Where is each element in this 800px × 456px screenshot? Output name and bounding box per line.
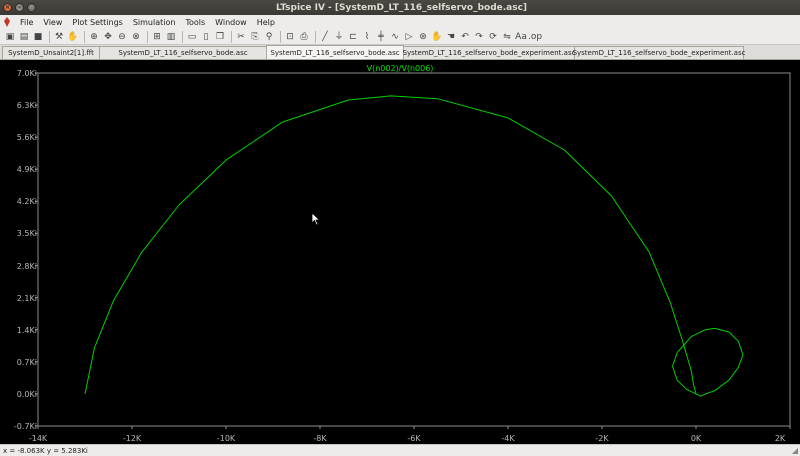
menu-window[interactable]: Window [210,18,252,27]
y-tick-label: 2.8Ki [16,261,37,271]
toolbar-separator [231,30,232,43]
capacitor-icon[interactable]: ╪ [375,31,387,43]
y-tick-label: 6.3Ki [16,101,37,111]
x-tick-label: -12K [122,434,142,443]
control-panel-icon[interactable]: ⚒ [53,31,65,43]
menu-help[interactable]: Help [252,18,280,27]
y-tick-label: 0.7Ki [16,357,37,367]
tab-3[interactable]: SystemD_LT_116_selfservo_bode.asc [266,45,404,59]
y-tick-label: 5.6Ki [16,133,37,143]
mouse-pointer-icon [311,212,321,226]
print-icon[interactable]: ⎙ [298,31,310,43]
tab-4[interactable]: SystemD_LT_116_selfservo_bode_experiment… [403,46,575,59]
nyquist-plot[interactable] [0,60,800,444]
diode-icon[interactable]: ▷ [403,31,415,43]
tab-1[interactable]: SystemD_Unsaint2[1].fft [2,46,100,59]
component-icon[interactable]: ⊛ [417,31,429,43]
menu-file[interactable]: File [15,18,38,27]
x-tick-label: -4K [501,434,515,443]
x-tick-label: -14K [28,434,48,443]
inductor-icon[interactable]: ∿ [389,31,401,43]
y-tick-label: 1.4Ki [16,325,37,335]
zoom-out-icon[interactable]: ⊖ [116,31,128,43]
menu-tools[interactable]: Tools [180,18,210,27]
y-tick-label: 4.9Ki [16,165,37,175]
x-tick-label: -10K [216,434,236,443]
x-tick-label: 0K [690,434,702,443]
cursor-coordinates: x = -8.063K y = 5.283Ki [3,446,88,455]
toolbar-separator [147,30,148,43]
menu-view[interactable]: View [38,18,67,27]
autorange-icon[interactable]: ⊞ [151,31,163,43]
maximize-window-button[interactable]: □ [27,3,36,12]
x-tick-label: -2K [595,434,609,443]
tile-horizontal-icon[interactable]: ▭ [186,31,198,43]
fft-icon[interactable]: ▥ [165,31,177,43]
spice-directive-icon[interactable]: .op [528,31,542,43]
drag-icon[interactable]: ☚ [445,31,457,43]
window-controls: × – □ [3,3,63,12]
label-net-icon[interactable]: ⊏ [347,31,359,43]
ltspice-app-icon [4,17,10,27]
minimize-window-button[interactable]: – [15,3,24,12]
waveform-plot-pane[interactable]: V(n002)/V(n006) 7.0Ki 6.3Ki 5.6Ki 4.9Ki 4.2K… [0,60,800,444]
toolbar-separator [182,30,183,43]
undo-icon[interactable]: ↶ [459,31,471,43]
trace-segment-2[interactable] [672,327,744,397]
toolbar: ▣ ▤ ■ ⚒ ✋ ⊕ ✥ ⊖ ⊗ ⊞ ▥ ▭ ▯ ❐ ✂ ⎘ ⚲ ⊡ ⎙ ╱ ⏚ ⊏ ⌇ ╪ ∿ ▷ ⊛ ✋ ☚ ↶ ↷ ⟳ ⇋ Aa .op [0,29,800,45]
y-tick-label: 7.0Ki [16,69,37,78]
cascade-icon[interactable]: ❐ [214,31,226,43]
title-bar: × – □ LTspice IV - [SystemD_LT_116_selfs… [0,0,800,15]
status-bar: x = -8.063K y = 5.283Ki ◢ [0,444,800,456]
toolbar-separator [49,30,50,43]
save-icon[interactable]: ■ [32,31,44,43]
y-tick-label: 2.1Ki [16,293,37,303]
toolbar-separator [315,30,316,43]
resize-grip-icon[interactable]: ◢ [792,446,798,455]
zoom-in-icon[interactable]: ⊕ [88,31,100,43]
print-preview-icon[interactable]: ⊡ [284,31,296,43]
x-tick-label: -6K [407,434,421,443]
y-tick-label: -0.7Ki [13,422,37,431]
new-schematic-icon[interactable]: ▣ [4,31,16,43]
x-tick-label: -8K [313,434,327,443]
cut-icon[interactable]: ✂ [235,31,247,43]
draw-wire-icon[interactable]: ╱ [319,31,331,43]
x-tick-label: 2K [774,434,786,443]
run-icon[interactable]: ✋ [67,31,79,43]
y-tick-label: 4.2Ki [16,197,37,207]
close-window-button[interactable]: × [3,3,12,12]
menu-plot-settings[interactable]: Plot Settings [67,18,127,27]
resistor-icon[interactable]: ⌇ [361,31,373,43]
rotate-icon[interactable]: ⟳ [487,31,499,43]
zoom-pan-icon[interactable]: ✥ [102,31,114,43]
trace-label[interactable]: V(n002)/V(n006) [0,64,800,73]
copy-icon[interactable]: ⎘ [249,31,261,43]
trace-segment-1[interactable] [84,95,697,395]
mirror-icon[interactable]: ⇋ [501,31,513,43]
y-tick-label: 0.0Ki [16,389,37,399]
tile-vertical-icon[interactable]: ▯ [200,31,212,43]
y-tick-label: 3.5Ki [16,229,37,239]
move-icon[interactable]: ✋ [431,31,443,43]
menu-simulation[interactable]: Simulation [128,18,181,27]
menu-bar: File View Plot Settings Simulation Tools Wind… [0,15,800,29]
open-icon[interactable]: ▤ [18,31,30,43]
tab-5[interactable]: SystemD_LT_116_selfservo_bode_experiment… [573,46,745,59]
tab-2[interactable]: SystemD_LT_116_selfservo_bode.asc [99,46,267,59]
plot-frame [37,72,791,427]
redo-icon[interactable]: ↷ [473,31,485,43]
window-title: LTspice IV - [SystemD_LT_116_selfservo_b… [275,2,528,13]
zoom-cancel-icon[interactable]: ⊗ [130,31,142,43]
text-icon[interactable]: Aa [515,31,527,43]
find-icon[interactable]: ⚲ [263,31,275,43]
document-tabs: SystemD_Unsaint2[1].fft SystemD_LT_116_se… [0,45,800,60]
toolbar-separator [84,30,85,43]
ground-icon[interactable]: ⏚ [333,31,345,43]
toolbar-separator [280,30,281,43]
